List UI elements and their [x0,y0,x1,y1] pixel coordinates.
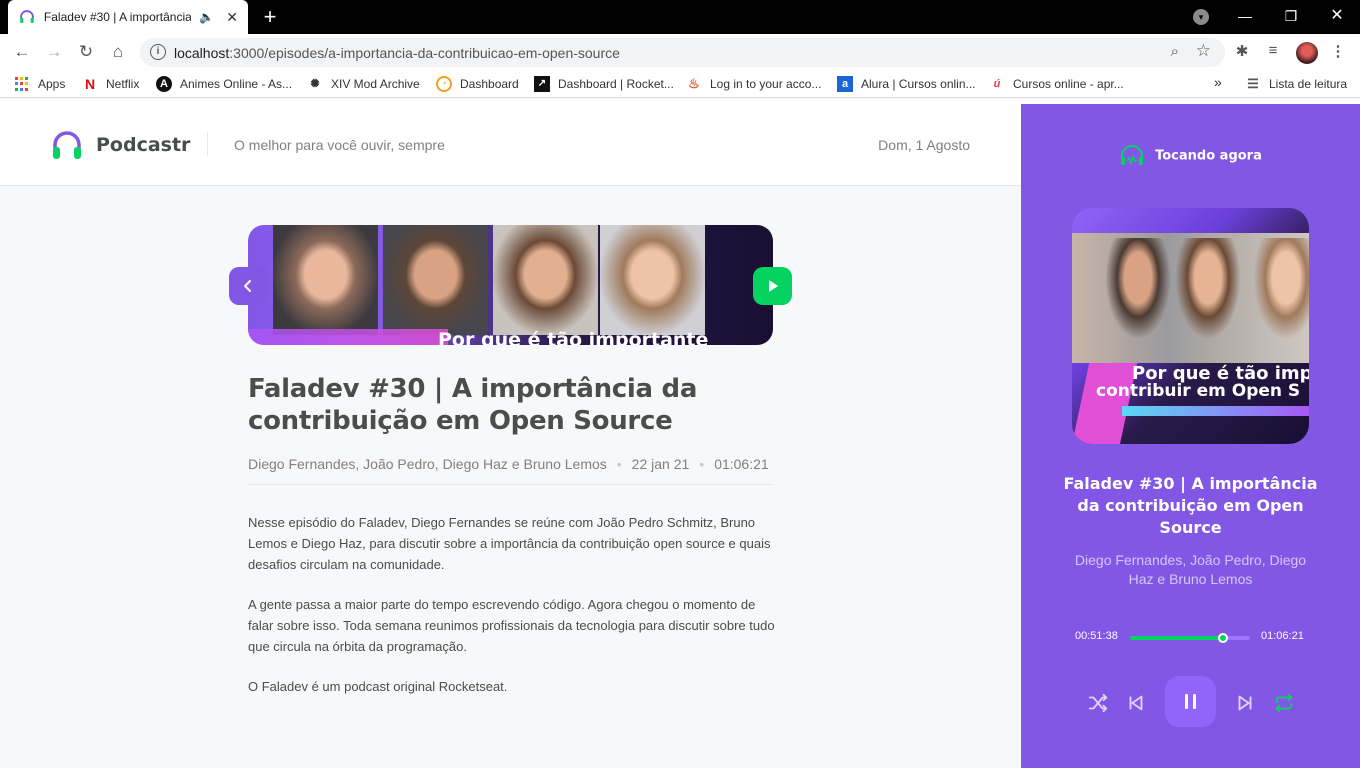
window-close-icon[interactable]: ✕ [1325,4,1349,28]
cover-accent [1072,363,1138,444]
header-tagline: O melhor para você ouvir, sempre [234,137,445,153]
alura-icon: a [837,76,853,92]
tab-title: Faladev #30 | A importância [43,10,192,24]
reading-list[interactable]: ☰ Lista de leitura [1245,76,1347,92]
header-date: Dom, 1 Agosto [878,137,970,153]
episode-members: Diego Fernandes, João Pedro, Diego Haz e… [248,456,607,472]
thumbnail-strip [248,329,448,345]
description-paragraph: O Faladev é um podcast original Rocketse… [248,679,508,694]
total-time: 01:06:21 [1261,630,1304,642]
current-time: 00:51:38 [1075,630,1118,642]
netflix-icon: N [84,76,96,92]
podcastr-logo-icon [53,131,81,159]
chevron-left-icon [244,280,251,292]
dashboard-icon: ◔ [436,76,452,92]
skip-next-icon [1238,695,1252,711]
next-button[interactable] [1232,692,1258,716]
shuffle-icon [1088,693,1108,713]
url-text: localhost:3000/episodes/a-importancia-da… [174,45,620,61]
bookmark-apps[interactable]: Apps [14,76,65,92]
rocketseat-icon: ↗ [534,76,550,92]
meta-dot: • [699,456,705,472]
cover-caption-line2: contribuir em Open S [1096,381,1301,401]
pause-button[interactable] [1165,676,1216,727]
now-playing-header: Tocando agora [1021,144,1360,168]
forward-arrow-icon[interactable]: → [42,40,66,64]
skip-previous-icon [1129,695,1143,711]
new-tab-button[interactable]: + [258,4,282,30]
player-cover: Por que é tão imp contribuir em Open S [1072,208,1309,444]
episode-date: 22 jan 21 [631,456,690,472]
tab-close-icon[interactable]: ✕ [226,9,238,26]
player-episode-title: Faladev #30 | A importância da contribui… [1063,474,1318,537]
cover-bar [1122,406,1309,416]
xiv-icon: ✺ [310,78,320,90]
media-control-icon[interactable]: ≡ [1263,42,1283,59]
thumbnail-caption: Por que é tão importante [438,329,709,345]
reading-list-icon: ☰ [1247,76,1259,91]
previous-button[interactable] [1123,692,1149,716]
bookmarks-overflow[interactable]: » [1214,74,1222,90]
pause-icon [1185,694,1196,709]
browser-menu-icon[interactable]: ⋮ [1328,42,1348,60]
player-episode-members: Diego Fernandes, João Pedro, Diego Haz e… [1074,552,1307,587]
episode-duration: 01:06:21 [714,456,769,472]
headphones-favicon-icon [20,10,34,23]
now-playing-label: Tocando agora [1155,148,1262,164]
bookmark-login[interactable]: ♨ Log in to your acco... [686,76,821,92]
restore-icon[interactable]: ❐ [1279,4,1303,28]
shuffle-button[interactable] [1085,692,1111,716]
description-paragraph: A gente passa a maior parte do tempo esc… [248,597,775,654]
back-button[interactable] [229,267,267,305]
minimize-icon[interactable]: — [1233,4,1257,28]
site-info-icon[interactable]: i [150,44,166,60]
episode-page: Por que é tão importante Faladev #30 | A… [0,186,1021,768]
bookmark-rocketseat[interactable]: ↗ Dashboard | Rocket... [534,76,674,92]
zoom-icon[interactable]: ⌕ [1171,43,1179,60]
bookmarks-bar: Apps N Netflix A Animes Online - As... ✺… [0,70,1360,98]
play-icon [769,280,778,292]
progress-slider[interactable] [1130,633,1250,643]
player-sidebar: Tocando agora Por que é tão imp contribu… [1021,104,1360,768]
profile-avatar[interactable] [1296,42,1318,64]
cursos-icon: ú [993,78,1001,90]
extensions-icon[interactable]: ✱ [1232,42,1252,60]
apps-grid-icon [14,76,30,92]
animes-icon: A [156,76,172,92]
bookmark-alura[interactable]: a Alura | Cursos onlin... [837,76,976,92]
description-paragraph: Nesse episódio do Faladev, Diego Fernand… [248,515,771,572]
app-header: Podcastr O melhor para você ouvir, sempr… [0,104,1021,186]
tab-search-icon[interactable]: ▾ [1193,9,1209,25]
repeat-icon [1275,693,1293,713]
back-arrow-icon[interactable]: ← [10,40,34,64]
browser-tab-bar: Faladev #30 | A importância 🔈 ✕ + ▾ — ❐ … [0,0,1360,34]
reload-icon[interactable]: ↻ [74,40,98,64]
episode-meta: Diego Fernandes, João Pedro, Diego Haz e… [248,456,773,485]
progress-fill [1130,636,1224,640]
repeat-button[interactable] [1271,692,1297,716]
bookmark-animes[interactable]: A Animes Online - As... [156,76,292,92]
brand-name: Podcastr [96,134,191,156]
episode-thumbnail: Por que é tão importante [248,225,773,345]
bookmark-star-icon[interactable]: ☆ [1196,41,1211,61]
episode-title: Faladev #30 | A importância da contribui… [248,374,698,436]
home-icon[interactable]: ⌂ [106,40,130,64]
progress-handle[interactable] [1218,633,1229,643]
browser-tab[interactable]: Faladev #30 | A importância 🔈 ✕ [8,0,248,34]
header-divider [207,132,208,156]
bookmark-xiv[interactable]: ✺ XIV Mod Archive [307,76,419,92]
bookmark-dashboard[interactable]: ◔ Dashboard [436,76,519,92]
playing-headphones-icon [1121,145,1144,166]
address-bar[interactable]: i localhost:3000/episodes/a-importancia-… [140,38,1225,67]
bookmark-cursos[interactable]: ú Cursos online - apr... [989,76,1124,92]
episode-description: Nesse episódio do Faladev, Diego Fernand… [248,512,778,716]
play-episode-button[interactable] [753,267,792,305]
flame-icon: ♨ [688,76,700,91]
browser-toolbar: ← → ↻ ⌂ i localhost:3000/episodes/a-impo… [0,34,1360,70]
tab-audio-icon[interactable]: 🔈 [199,10,214,24]
bookmark-netflix[interactable]: N Netflix [82,76,139,92]
meta-dot: • [616,456,622,472]
